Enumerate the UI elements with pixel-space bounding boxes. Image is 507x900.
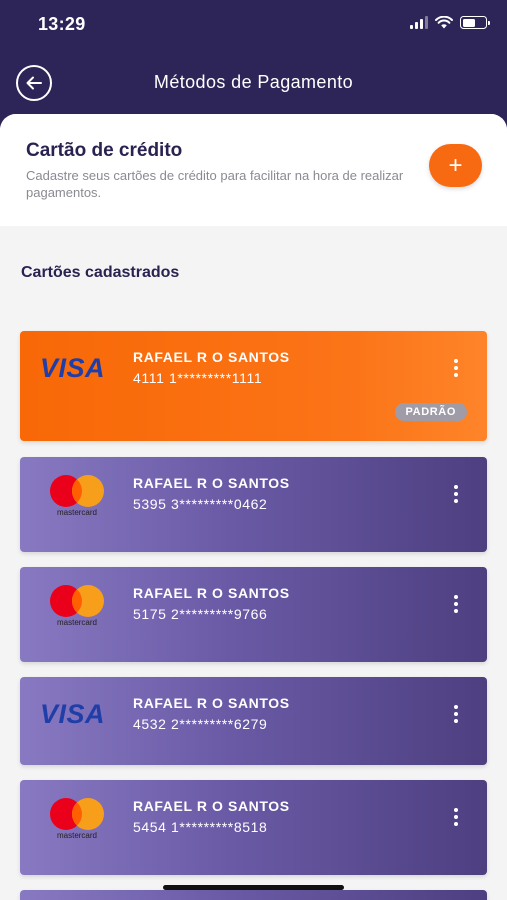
more-vertical-icon[interactable]: [449, 359, 463, 377]
svg-text:mastercard: mastercard: [57, 618, 97, 627]
card-item[interactable]: VISA RAFAEL R O SANTOS 4111 1*********11…: [20, 331, 487, 441]
battery-icon: [460, 16, 490, 29]
status-time: 13:29: [38, 14, 86, 34]
plus-icon: +: [448, 151, 463, 179]
card-number: 5454 1*********8518: [133, 819, 268, 835]
mastercard-logo: mastercard: [50, 798, 104, 840]
credit-card-header: Cartão de crédito Cadastre seus cartões …: [0, 114, 507, 226]
visa-logo: VISA: [40, 353, 106, 383]
nav-bar: Métodos de Pagamento: [0, 52, 507, 114]
card-number: 4111 1*********1111: [133, 370, 263, 386]
section-title: Cartões cadastrados: [21, 264, 180, 281]
mastercard-logo: mastercard: [50, 585, 104, 627]
status-icons: [410, 16, 490, 29]
credit-card-title: Cartão de crédito: [26, 140, 183, 161]
more-vertical-icon[interactable]: [449, 808, 463, 826]
more-vertical-icon[interactable]: [449, 595, 463, 613]
more-vertical-icon[interactable]: [449, 485, 463, 503]
card-item[interactable]: VISA RAFAEL R O SANTOS 4532 2*********62…: [20, 677, 487, 765]
svg-text:mastercard: mastercard: [57, 831, 97, 840]
card-holder: RAFAEL R O SANTOS: [133, 798, 290, 814]
svg-text:mastercard: mastercard: [57, 508, 97, 517]
card-holder: RAFAEL R O SANTOS: [133, 585, 290, 601]
default-badge: PADRÃO: [394, 403, 467, 421]
card-item[interactable]: mastercard RAFAEL R O SANTOS 5395 3*****…: [20, 457, 487, 552]
card-number: 5395 3*********0462: [133, 496, 268, 512]
visa-logo: VISA: [40, 699, 106, 729]
card-item[interactable]: mastercard RAFAEL R O SANTOS 5454 1*****…: [20, 780, 487, 875]
card-number: 4532 2*********6279: [133, 716, 268, 732]
card-item[interactable]: [20, 890, 487, 900]
mastercard-logo: mastercard: [50, 475, 104, 517]
signal-icon: [410, 16, 428, 29]
card-number: 5175 2*********9766: [133, 606, 268, 622]
home-indicator: [163, 885, 344, 890]
status-bar: 13:29: [0, 0, 507, 52]
page-title: Métodos de Pagamento: [153, 72, 354, 92]
card-holder: RAFAEL R O SANTOS: [133, 695, 290, 711]
card-holder: RAFAEL R O SANTOS: [133, 349, 290, 365]
wifi-icon: [435, 16, 453, 29]
credit-card-description: Cadastre seus cartões de crédito para fa…: [26, 168, 404, 200]
more-vertical-icon[interactable]: [449, 705, 463, 723]
add-card-button[interactable]: +: [429, 144, 482, 187]
card-item[interactable]: mastercard RAFAEL R O SANTOS 5175 2*****…: [20, 567, 487, 662]
content-sheet: Cartão de crédito Cadastre seus cartões …: [0, 114, 507, 900]
card-holder: RAFAEL R O SANTOS: [133, 475, 290, 491]
